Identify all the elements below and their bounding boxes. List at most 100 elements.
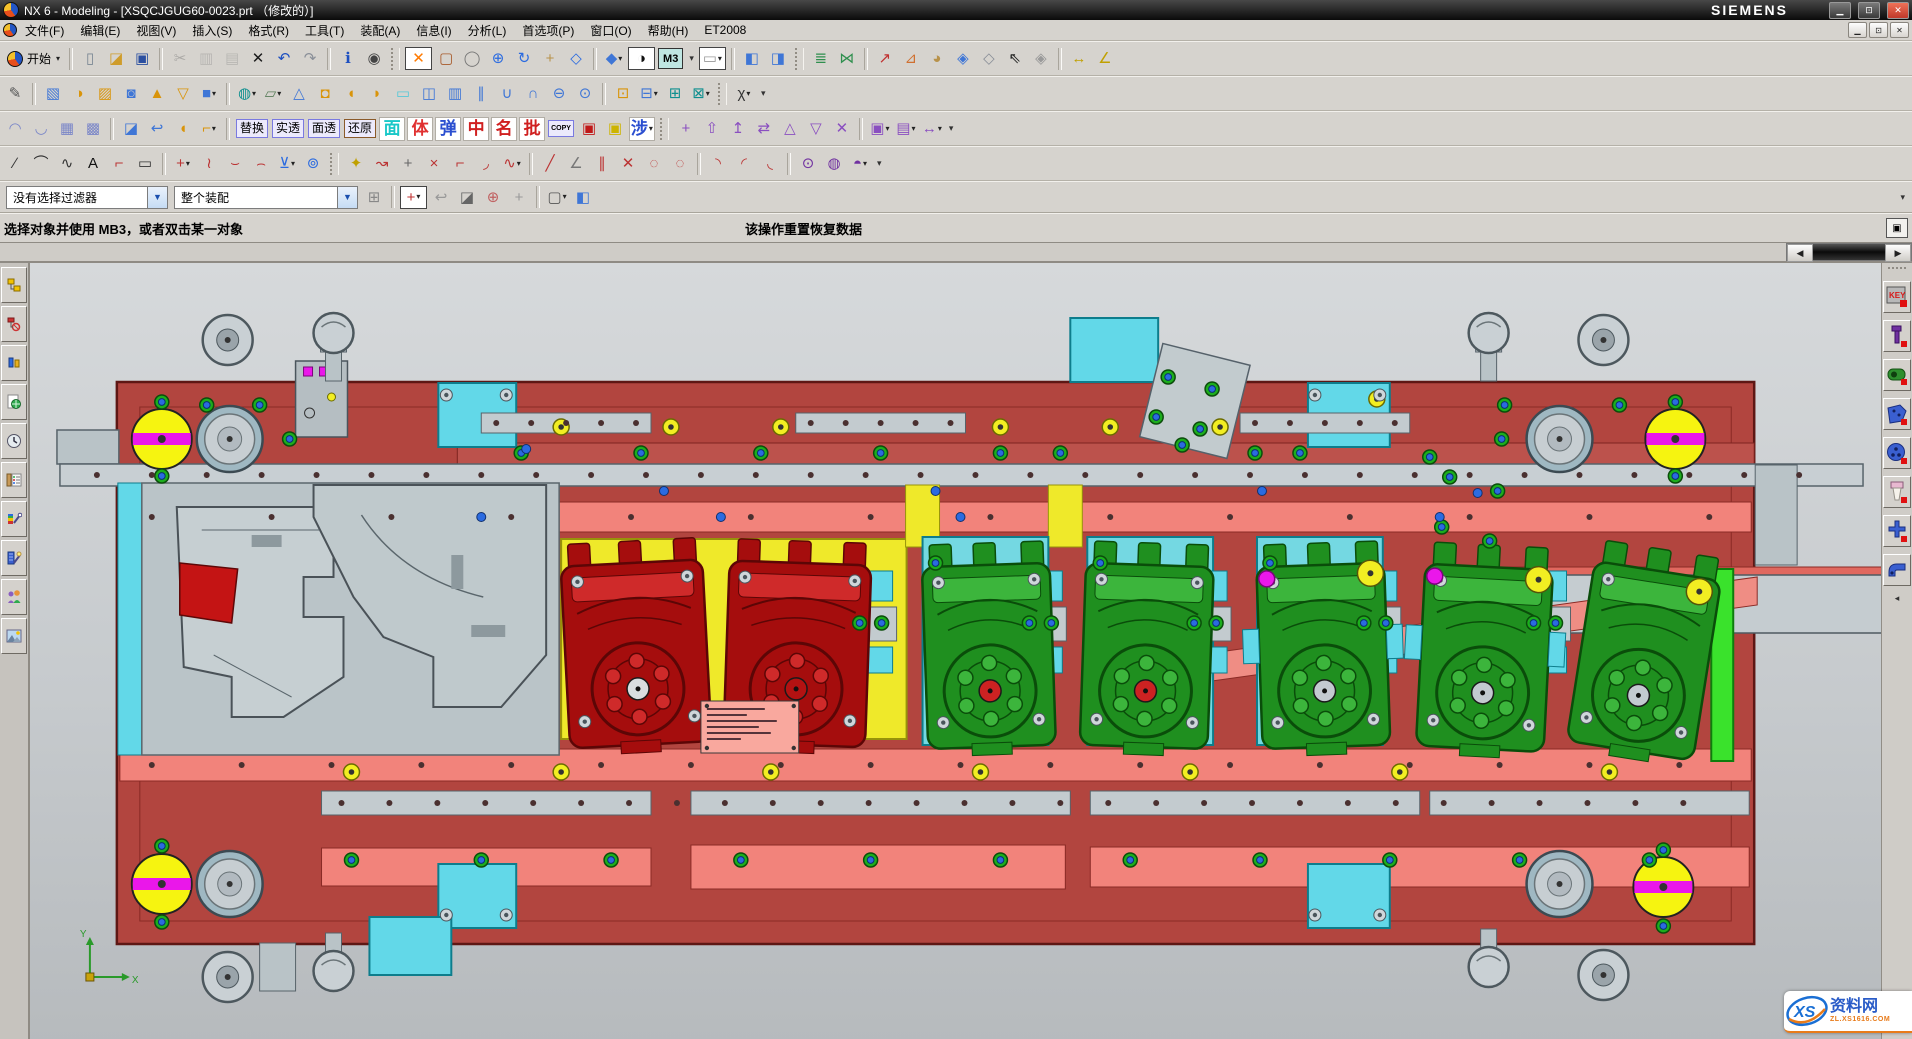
graphics-window[interactable]: Y X: [30, 263, 1881, 1039]
library-disc-part[interactable]: [1883, 437, 1911, 469]
tube[interactable]: ⊚: [301, 152, 325, 176]
tab[interactable]: ▭: [391, 82, 415, 106]
menu-analysis[interactable]: 分析(L): [460, 21, 515, 40]
undo[interactable]: ↶: [272, 47, 296, 71]
display-mode[interactable]: ◑: [628, 47, 655, 70]
block[interactable]: ■▾: [197, 82, 221, 106]
constraint-navigator-icon[interactable]: [1, 306, 27, 342]
toolbar-grip[interactable]: [795, 48, 804, 70]
menu-window[interactable]: 窗口(O): [582, 21, 639, 40]
selection-bar-overflow[interactable]: ▾: [1900, 192, 1905, 203]
library-grip[interactable]: [1888, 267, 1906, 274]
measure-vector[interactable]: ↗: [873, 47, 897, 71]
pull-face[interactable]: ⇧: [700, 117, 724, 141]
move-component[interactable]: ◈: [951, 47, 975, 71]
toolbar-overflow[interactable]: ▾: [689, 53, 694, 64]
cad-tag-plate[interactable]: [701, 701, 799, 753]
shaded-cube[interactable]: ◧: [571, 185, 595, 209]
undo-selection[interactable]: ↩: [429, 185, 453, 209]
sketch-line[interactable]: ╱: [538, 152, 562, 176]
palettes-icon[interactable]: [1, 462, 27, 498]
boss[interactable]: ▲: [145, 82, 169, 106]
through-curves[interactable]: ◡: [29, 117, 53, 141]
menu-file[interactable]: 文件(F): [17, 21, 72, 40]
circle-radial[interactable]: ◓▾: [848, 152, 872, 176]
redo[interactable]: ↷: [298, 47, 322, 71]
swept-surface[interactable]: ◠: [3, 117, 27, 141]
pattern-face[interactable]: ▣▾: [868, 117, 892, 141]
revolve[interactable]: ◑: [67, 82, 91, 106]
chamfer-corner[interactable]: ⌐: [107, 152, 131, 176]
clip-work-section[interactable]: ◨: [766, 47, 790, 71]
nx-app-icon[interactable]: [3, 2, 19, 18]
layer-m3[interactable]: M3: [658, 48, 683, 69]
emboss-body[interactable]: ⊟▾: [637, 82, 661, 106]
half-section[interactable]: ◫: [417, 82, 441, 106]
offset-surface[interactable]: ↩: [145, 117, 169, 141]
visual-effects-icon[interactable]: [1, 540, 27, 576]
keyway-curve[interactable]: ✦: [344, 152, 368, 176]
open-file[interactable]: ◪: [104, 47, 128, 71]
btn-face-translucent[interactable]: 面透: [308, 119, 340, 138]
minimize-button[interactable]: ▁: [1829, 2, 1851, 19]
extrude[interactable]: ▧: [41, 82, 65, 106]
clip-section[interactable]: ◧: [740, 47, 764, 71]
btn-copy[interactable]: COPY: [548, 120, 574, 138]
paste[interactable]: ▤: [220, 47, 244, 71]
scroll-left-icon[interactable]: ◀: [1787, 244, 1813, 262]
menu-edit[interactable]: 编辑(E): [72, 21, 128, 40]
subtract[interactable]: ⊖: [547, 82, 571, 106]
project-curve[interactable]: ⊻▾: [275, 152, 299, 176]
roles-icon[interactable]: [1, 579, 27, 615]
menu-view[interactable]: 视图(V): [128, 21, 184, 40]
dashed-ellipse[interactable]: ◌: [642, 152, 666, 176]
offset-curve[interactable]: ≀: [197, 152, 221, 176]
rectangle-select[interactable]: ▢▾: [545, 185, 569, 209]
library-bolt-part[interactable]: [1883, 320, 1911, 352]
sketch-axes[interactable]: ∠: [564, 152, 588, 176]
menu-preferences[interactable]: 首选项(P): [514, 21, 582, 40]
station-1[interactable]: [560, 537, 713, 756]
orient-view[interactable]: ◆▾: [602, 47, 626, 71]
type-filter-dropdown[interactable]: 没有选择过滤器 ▼: [6, 186, 168, 209]
library-cross-fitting-part[interactable]: [1883, 515, 1911, 547]
restore-button[interactable]: ⊡: [1858, 2, 1880, 19]
resize-blend[interactable]: ▽: [804, 117, 828, 141]
station-6[interactable]: [1400, 541, 1571, 761]
remove-material[interactable]: ⊠▾: [689, 82, 713, 106]
menu-tools[interactable]: 工具(T): [297, 21, 352, 40]
toolbar-grip[interactable]: [660, 118, 669, 140]
library-collapse-arrow[interactable]: ◂: [1895, 593, 1900, 604]
dashed-circles[interactable]: ◌: [668, 152, 692, 176]
btn-name[interactable]: 名: [491, 117, 517, 141]
snap-point[interactable]: +▾: [400, 186, 427, 209]
face-analysis[interactable]: ▭▾: [699, 47, 726, 70]
arc-blend[interactable]: ◞: [474, 152, 498, 176]
copy[interactable]: ▥: [194, 47, 218, 71]
measure-distance[interactable]: ↔: [1067, 47, 1091, 71]
btn-restore[interactable]: 还原: [344, 119, 376, 138]
toolbar-overflow[interactable]: ▾: [761, 88, 766, 99]
swirl-feature[interactable]: ◘: [313, 82, 337, 106]
studio-spline[interactable]: ∿: [55, 152, 79, 176]
maximize-cue-icon[interactable]: ▣: [1886, 218, 1908, 238]
wave-curve[interactable]: ∿▾: [500, 152, 524, 176]
child-minimize-button[interactable]: ▁: [1848, 22, 1867, 38]
library-key-button[interactable]: KEY: [1883, 281, 1911, 313]
x-face[interactable]: ✕: [830, 117, 854, 141]
sweep-along-guide[interactable]: ▨: [93, 82, 117, 106]
red-cage-cube[interactable]: ▣: [577, 117, 601, 141]
fit-view[interactable]: ✕: [405, 47, 432, 70]
arc-2pt[interactable]: ◝: [706, 152, 730, 176]
btn-body[interactable]: 体: [407, 117, 433, 141]
line[interactable]: ∕: [3, 152, 27, 176]
scroll-track[interactable]: [1813, 244, 1885, 260]
cone[interactable]: △: [287, 82, 311, 106]
library-green-bushing-part[interactable]: [1883, 359, 1911, 391]
datum-plane[interactable]: ▱▾: [261, 82, 285, 106]
rib[interactable]: ▥: [443, 82, 467, 106]
library-bracket-part[interactable]: [1883, 398, 1911, 430]
child-restore-button[interactable]: ⊡: [1869, 22, 1888, 38]
document-icon[interactable]: [3, 23, 17, 37]
cad-blank-area[interactable]: [118, 483, 559, 755]
